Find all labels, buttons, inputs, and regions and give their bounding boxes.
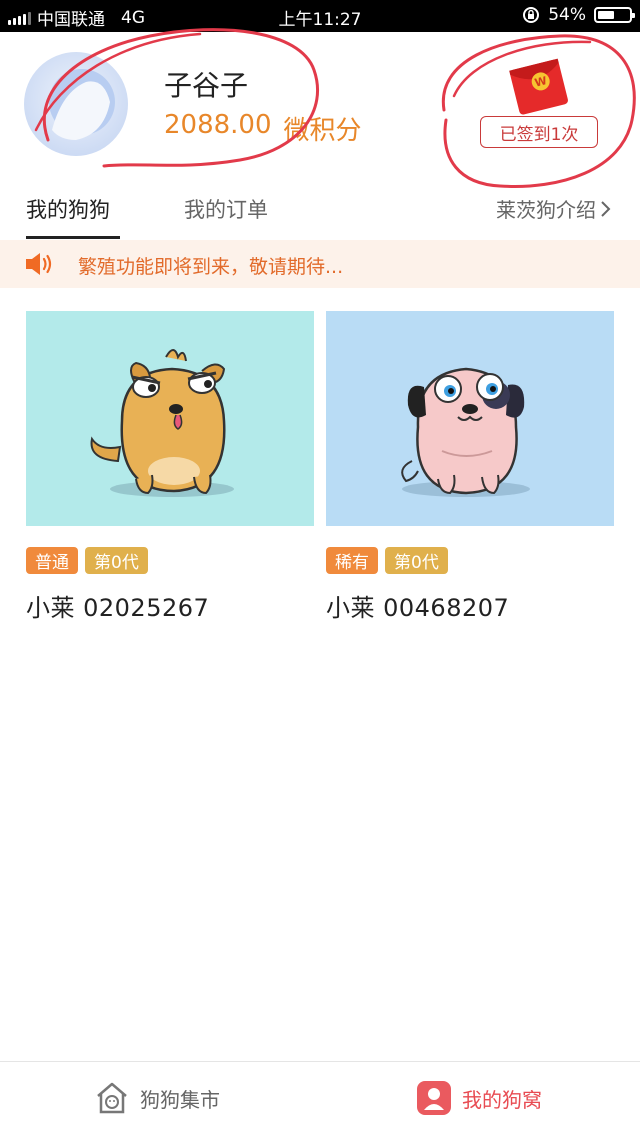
tab-active-indicator: [26, 236, 120, 239]
points-value: 2088.00: [164, 110, 272, 140]
generation-tag: 第0代: [85, 547, 148, 574]
tab-my-dogs[interactable]: 我的狗狗: [26, 194, 110, 224]
dog-image[interactable]: [326, 311, 614, 526]
kennel-icon: [417, 1081, 451, 1115]
nav-my-kennel[interactable]: 我的狗窝: [416, 1080, 542, 1116]
dog-name: 小莱 00468207: [326, 594, 510, 622]
notice-text: 繁殖功能即将到来，敬请期待...: [78, 256, 344, 278]
status-bar: 中国联通 4G 上午11:27 54%: [0, 0, 640, 32]
points-unit: 微积分: [283, 116, 362, 146]
dog-house-icon: [97, 1082, 127, 1114]
points-balance: 2088.00 微积分: [164, 110, 362, 147]
rotation-lock-icon: [523, 7, 540, 23]
battery-percent: 54%: [548, 5, 586, 25]
generation-tag: 第0代: [385, 547, 448, 574]
intro-link-label: 莱茨狗介绍: [496, 198, 596, 222]
nav-dog-market[interactable]: 狗狗集市: [94, 1080, 220, 1116]
rarity-tag: 稀有: [326, 547, 378, 574]
checkin-button[interactable]: 已签到1次: [480, 116, 598, 148]
dog-card[interactable]: 稀有 第0代 小莱 00468207: [326, 311, 614, 623]
rarity-tag: 普通: [26, 547, 78, 574]
watermark: [608, 1100, 630, 1122]
intro-link[interactable]: 莱茨狗介绍: [496, 194, 612, 223]
speaker-icon: [26, 253, 52, 275]
nav-my-kennel-label: 我的狗窝: [462, 1087, 542, 1112]
watermark-logo-icon: [608, 1100, 630, 1122]
notice-banner: 繁殖功能即将到来，敬请期待...: [0, 240, 640, 288]
avatar[interactable]: [24, 52, 128, 156]
tab-my-orders[interactable]: 我的订单: [184, 194, 268, 224]
tab-bar: 我的狗狗 我的订单 莱茨狗介绍: [0, 180, 640, 240]
red-envelope-icon[interactable]: W: [504, 58, 574, 116]
dog-card[interactable]: 普通 第0代 小莱 02025267: [26, 311, 314, 623]
bottom-nav: 狗狗集市 我的狗窝: [0, 1061, 640, 1139]
nav-dog-market-label: 狗狗集市: [140, 1087, 220, 1112]
battery-icon: [594, 7, 635, 23]
chevron-right-icon: [601, 200, 611, 217]
dog-name: 小莱 02025267: [26, 594, 210, 622]
dog-image[interactable]: [26, 311, 314, 526]
username: 子谷子: [164, 69, 249, 102]
